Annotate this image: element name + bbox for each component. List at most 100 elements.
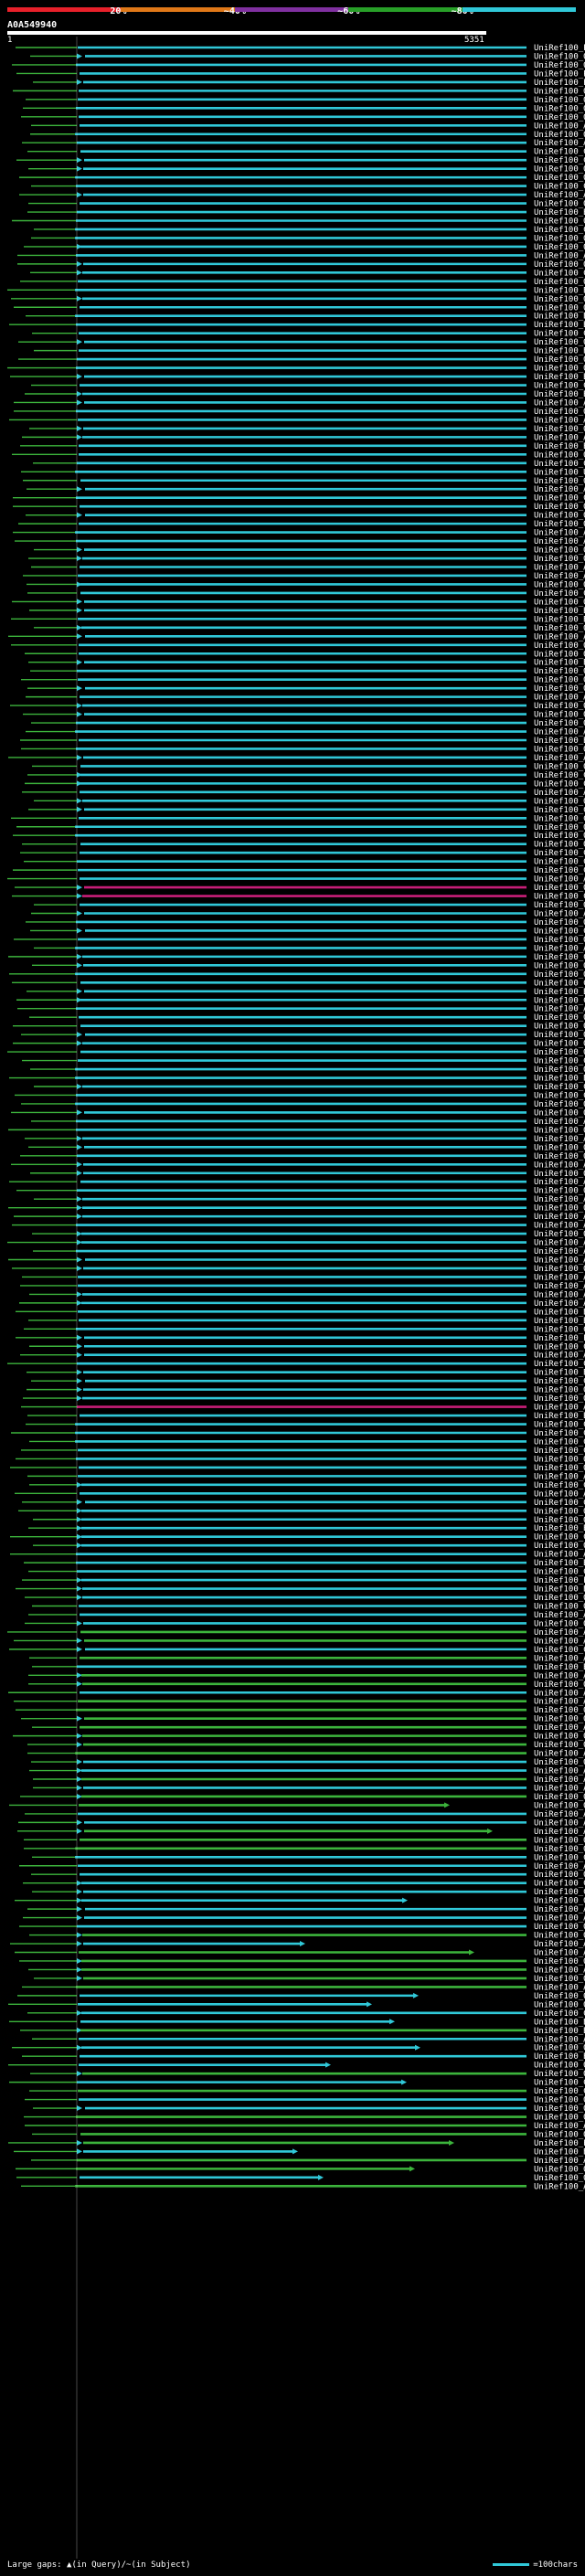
hit-row[interactable]: UniRef100_P43286 <box>16 44 585 53</box>
hit-row[interactable]: UniRef100_Q3E622 <box>34 1975 585 1984</box>
hit-row[interactable]: UniRef100_UPI000... <box>21 468 585 477</box>
hit-row[interactable]: UniRef100_C7E4R6 <box>10 1533 585 1542</box>
hit-row[interactable]: UniRef100_B4FQA0 <box>9 2018 585 2027</box>
hit-row[interactable]: UniRef100_Q8H8L7 <box>24 243 585 252</box>
hit-row[interactable]: UniRef100_Q9XF74 <box>29 425 585 434</box>
hit-row[interactable]: UniRef100_C0PT36 <box>32 1853 585 1862</box>
hit-row[interactable]: UniRef100_A0T2N8 <box>31 122 585 131</box>
hit-row[interactable]: UniRef100_Q0A212 <box>25 2096 585 2105</box>
hit-row[interactable]: UniRef100_C6TJ00 <box>27 148 585 157</box>
hit-row[interactable]: UniRef100_C5YS48 <box>30 269 585 278</box>
hit-row[interactable]: UniRef100_A6NPF8 <box>17 1828 585 1837</box>
hit-row[interactable]: UniRef100_Q7UWF8 <box>28 1143 585 1152</box>
hit-row[interactable]: UniRef100_A3EIB8 <box>20 1352 585 1361</box>
hit-row[interactable]: UniRef100_A8MP15 <box>14 1698 585 1707</box>
hit-row[interactable]: UniRef100_A7J213 <box>29 1654 585 1663</box>
hit-row[interactable]: UniRef100_A2YNV3 <box>31 564 585 573</box>
hit-row[interactable]: UniRef100_Q0MD14 <box>18 520 585 529</box>
hit-row[interactable]: UniRef100_Q5DVT7 <box>20 278 585 287</box>
hit-row[interactable]: UniRef100_C5IS25 <box>32 1888 585 1897</box>
hit-row[interactable]: UniRef100_B9TS32 <box>28 659 585 668</box>
hit-row[interactable]: UniRef100_Q4I104 <box>19 1957 585 1966</box>
hit-row[interactable]: UniRef100_A4FLP6 <box>23 1914 585 1924</box>
hit-row[interactable]: UniRef100_Q9M7B5 <box>13 503 585 512</box>
hit-row[interactable]: UniRef100_B9SWB1 <box>20 442 585 451</box>
hit-row[interactable]: UniRef100_Q0D1N4 <box>31 1758 585 1767</box>
hit-row[interactable]: UniRef100_Q9M899 <box>13 87 585 96</box>
hit-row[interactable]: UniRef100_Q9H013 <box>8 1204 585 1214</box>
hit-row[interactable]: UniRef100_Q9M459 <box>12 2044 585 2053</box>
hit-row[interactable]: UniRef100_Q8HAT8 <box>32 961 585 970</box>
hit-row[interactable]: UniRef100_C5YS52 <box>20 849 585 858</box>
hit-row[interactable]: UniRef100_A6NMG3 <box>22 1273 585 1282</box>
hit-row[interactable]: UniRef100_C9MID1 <box>12 893 585 902</box>
hit-row[interactable]: UniRef100_A6MU62 <box>14 1213 585 1222</box>
hit-row[interactable]: UniRef100_Q23771 <box>31 1871 585 1880</box>
hit-row[interactable]: UniRef100_A6RVS6 <box>15 1489 585 1499</box>
hit-row[interactable]: UniRef100_Q24244 <box>24 2114 585 2123</box>
hit-row[interactable]: UniRef100_Q40047 <box>9 1801 585 1810</box>
hit-row[interactable]: UniRef100_C5ZS22 <box>23 1880 585 1889</box>
hit-row[interactable]: UniRef100_Q5FZ84 <box>30 667 585 676</box>
hit-row[interactable]: UniRef100_A3FH69 <box>15 537 585 546</box>
hit-row[interactable]: UniRef100_C5X0V1 <box>34 226 585 235</box>
hit-row[interactable]: UniRef100_B0TS31 <box>32 1663 585 1672</box>
hit-row[interactable]: UniRef100_C9MID6 <box>12 979 585 988</box>
hit-row[interactable]: UniRef100_Q0IDH3 <box>32 762 585 771</box>
hit-row[interactable]: UniRef100_C6TNJ1 <box>31 382 585 391</box>
hit-row[interactable]: UniRef100_P93004 <box>16 1334 585 1343</box>
hit-row[interactable]: UniRef100_B9S0B9 <box>26 313 585 322</box>
hit-row[interactable]: UniRef100_Q5F0H0 <box>26 512 585 521</box>
hit-row[interactable]: UniRef100_A4URT3 <box>8 754 585 763</box>
hit-row[interactable]: UniRef100_A6NV12 <box>33 1776 585 1785</box>
hit-row[interactable]: UniRef100_Q0D4J2 <box>20 1152 585 1161</box>
hit-row[interactable]: UniRef100_Q24050 <box>16 1455 585 1464</box>
hit-row[interactable]: UniRef100_Q5K121 <box>13 832 585 841</box>
hit-row[interactable]: UniRef100_C6TBC3 <box>8 953 585 962</box>
hit-row[interactable]: UniRef100_Q8W147 <box>25 1619 585 1628</box>
hit-row[interactable]: UniRef100_Q9FUC0 <box>27 1386 585 1395</box>
hit-row[interactable]: UniRef100_O80369 <box>12 61 585 70</box>
hit-row[interactable]: UniRef100_A0T2N7 <box>22 139 585 148</box>
hit-row[interactable]: UniRef100_A6SJE7 <box>17 251 585 260</box>
hit-row[interactable]: UniRef100_A3E0B4 <box>8 1689 585 1698</box>
hit-row[interactable]: UniRef100_C6TEM7 <box>16 156 585 165</box>
hit-row[interactable]: UniRef100_Q2PY24 <box>33 1542 585 1551</box>
hit-row[interactable]: UniRef100_Q9AXD5 <box>19 174 585 183</box>
hit-row[interactable]: UniRef100_A7R8C9 <box>11 1161 585 1170</box>
hit-row[interactable]: UniRef100_Q9SG00 <box>9 970 585 980</box>
hit-row[interactable]: UniRef100_Q5H6K1 <box>22 841 585 850</box>
hit-row[interactable]: UniRef100_C5IS24 <box>29 1481 585 1490</box>
hit-row[interactable]: UniRef100_C9MI13 <box>31 1377 585 1386</box>
hit-row[interactable]: UniRef100_Q5K120 <box>28 555 585 564</box>
hit-row[interactable]: UniRef100_C3E2R2 <box>27 2009 585 2019</box>
hit-row[interactable]: UniRef100_Q9XF73 <box>21 1100 585 1109</box>
hit-row[interactable]: UniRef100_Q4M9P4 <box>12 598 585 607</box>
hit-row[interactable]: UniRef100_C5YS23 <box>16 996 585 1005</box>
hit-row[interactable]: UniRef100_Q2LAD9 <box>14 936 585 945</box>
hit-row[interactable]: UniRef100_B6T7B8 <box>7 286 585 295</box>
hit-row[interactable]: UniRef100_C9MI11 <box>22 1057 585 1066</box>
hit-row[interactable]: UniRef100_B9HY05 <box>9 1075 585 1084</box>
hit-row[interactable]: UniRef100_A7J211 <box>26 728 585 737</box>
hit-row[interactable]: UniRef100_B2LUJ8 <box>20 2027 585 2036</box>
hit-row[interactable]: UniRef100_Q24049 <box>11 295 585 304</box>
hit-row[interactable]: UniRef100_Q59967 <box>30 52 585 61</box>
hit-row[interactable]: UniRef100_B3S066 <box>24 1559 585 1568</box>
hit-row[interactable]: UniRef100_A6RQD6 <box>29 1767 585 1776</box>
hit-row[interactable]: UniRef100_C5KIZ4 <box>28 1568 585 1577</box>
hit-row[interactable]: UniRef100_C6TI29 <box>15 1091 585 1100</box>
hit-row[interactable]: UniRef100_Q49518 <box>21 1715 585 1724</box>
hit-row[interactable]: UniRef100_Q9S2B7 <box>21 113 585 122</box>
hit-row[interactable]: UniRef100_Q41372 <box>33 1516 585 1525</box>
hit-row[interactable]: UniRef100_A6MN62 <box>34 1195 585 1204</box>
hit-row[interactable]: UniRef100_Q4LDW9 <box>34 901 585 910</box>
hit-row[interactable]: UniRef100_A5LGN4 <box>28 1611 585 1620</box>
hit-row[interactable]: UniRef100_B4FCN0 <box>20 737 585 746</box>
hit-row[interactable]: UniRef100_Q39440 <box>25 1594 585 1603</box>
hit-row[interactable]: UniRef100_A3FH68 <box>31 910 585 919</box>
hit-row[interactable]: UniRef100_A5BKP0 <box>10 1551 585 1560</box>
hit-row[interactable]: UniRef100_Q8S4Y4 <box>13 1733 585 1742</box>
hit-row[interactable]: UniRef100_Q9ATM8 <box>25 650 585 659</box>
hit-row[interactable]: UniRef100_B9RTB7 <box>29 607 585 616</box>
